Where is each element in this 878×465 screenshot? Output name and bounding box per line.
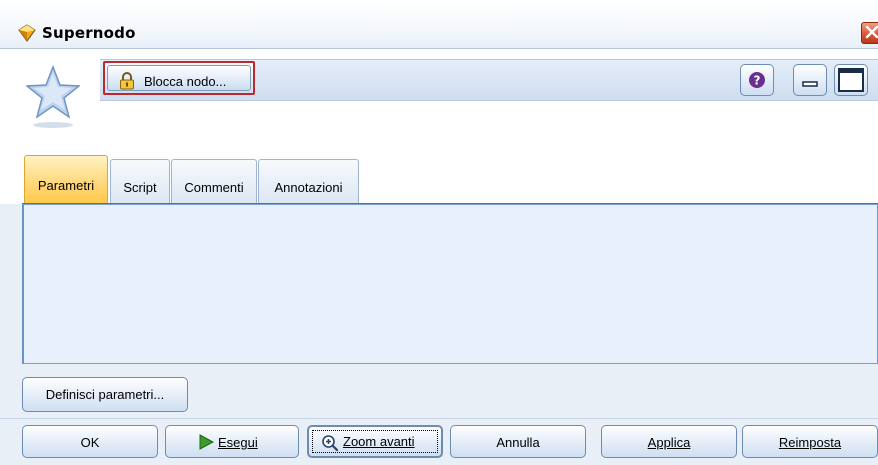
tab-label: Commenti: [184, 180, 244, 195]
tab-script[interactable]: Script: [110, 159, 170, 203]
define-parameters-button[interactable]: Definisci parametri...: [22, 377, 188, 412]
tab-annotazioni[interactable]: Annotazioni: [258, 159, 359, 203]
help-button[interactable]: ?: [740, 64, 774, 96]
apply-label: Applica: [647, 435, 691, 450]
window-title: Supernodo: [42, 24, 136, 42]
minimize-button[interactable]: [793, 64, 827, 96]
minimize-icon: [802, 81, 818, 87]
maximize-button[interactable]: [834, 64, 868, 96]
lock-icon: [120, 72, 134, 90]
reset-label: Reimposta: [778, 435, 842, 450]
close-button[interactable]: [861, 22, 878, 44]
lock-node-label: Blocca nodo...: [144, 74, 227, 89]
cancel-button[interactable]: Annulla: [450, 425, 586, 458]
supernode-icon: [18, 24, 36, 42]
footer-divider: [0, 418, 878, 419]
node-header: Blocca nodo... ?: [0, 49, 878, 149]
supernode-dialog: Supernodo Blocca nodo... ? Parametri Scr…: [0, 0, 878, 465]
tab-parametri[interactable]: Parametri: [24, 155, 108, 203]
star-icon: [26, 64, 80, 128]
reset-button[interactable]: Reimposta: [742, 425, 878, 458]
tab-commenti[interactable]: Commenti: [171, 159, 257, 203]
svg-text:?: ?: [754, 74, 761, 88]
close-icon: [865, 25, 878, 39]
help-icon: ?: [749, 72, 765, 88]
zoom-in-icon: [322, 435, 339, 452]
define-parameters-label: Definisci parametri...: [45, 387, 165, 402]
run-label: Esegui: [218, 435, 258, 450]
ok-button[interactable]: OK: [22, 425, 158, 458]
tab-label: Annotazioni: [274, 180, 343, 195]
apply-button[interactable]: Applica: [601, 425, 737, 458]
zoom-in-label: Zoom avanti: [343, 434, 415, 449]
tab-label: Script: [123, 180, 157, 195]
title-bar[interactable]: Supernodo: [0, 0, 878, 49]
lock-node-button[interactable]: Blocca nodo...: [103, 61, 255, 95]
ok-label: OK: [80, 435, 100, 450]
run-button[interactable]: Esegui: [165, 425, 299, 458]
cancel-label: Annulla: [496, 435, 540, 450]
maximize-icon: [838, 68, 864, 92]
play-icon: [199, 434, 214, 450]
zoom-in-button[interactable]: Zoom avanti: [307, 425, 443, 458]
parameters-panel: [22, 204, 878, 364]
tab-bar: Parametri Script Commenti Annotazioni: [0, 149, 878, 204]
tab-label: Parametri: [37, 178, 95, 193]
